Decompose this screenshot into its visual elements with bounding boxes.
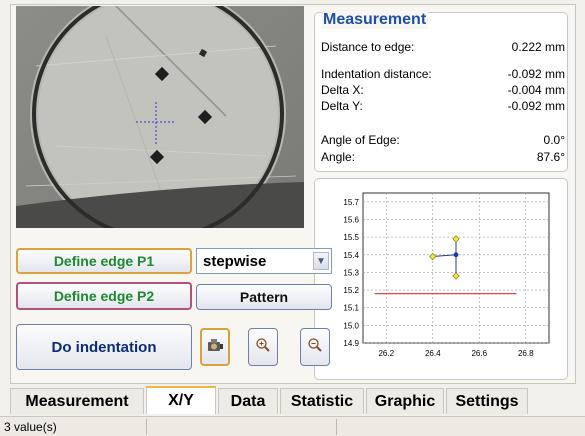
zoom-out-icon bbox=[307, 337, 323, 358]
x-tick-label: 26.2 bbox=[378, 349, 394, 358]
y-tick-label: 15.5 bbox=[343, 233, 359, 242]
pattern-button[interactable]: Pattern bbox=[196, 284, 332, 310]
y-tick-label: 15.1 bbox=[343, 304, 359, 313]
zoom-out-button[interactable] bbox=[300, 328, 330, 366]
app-window: Measurement Distance to edge: 0.222 mm I… bbox=[0, 0, 585, 436]
tab-bar: Measurement X/Y Data Statistic Graphic S… bbox=[10, 386, 576, 414]
tab-settings[interactable]: Settings bbox=[446, 388, 528, 414]
camera-view[interactable] bbox=[16, 6, 304, 228]
status-text: 3 value(s) bbox=[4, 419, 57, 434]
xy-plot: 14.9 15.0 15.1 15.2 15.3 15.4 15.5 15.6 15.7 26.2… bbox=[314, 178, 568, 380]
x-tick-label: 26.4 bbox=[425, 349, 441, 358]
tab-statistic[interactable]: Statistic bbox=[280, 388, 364, 414]
y-tick-label: 15.7 bbox=[343, 198, 359, 207]
y-tick-label: 14.9 bbox=[343, 339, 359, 348]
y-tick-label: 15.4 bbox=[343, 251, 359, 260]
y-tick-label: 15.3 bbox=[343, 268, 359, 277]
chevron-down-icon[interactable]: ▼ bbox=[313, 252, 329, 270]
status-bar: 3 value(s) bbox=[0, 416, 585, 436]
define-edge-p2-button[interactable]: Define edge P2 bbox=[16, 282, 192, 310]
tab-graphic[interactable]: Graphic bbox=[366, 388, 444, 414]
x-tick-label: 26.8 bbox=[518, 349, 534, 358]
y-tick-label: 15.6 bbox=[343, 215, 359, 224]
camera-button[interactable] bbox=[200, 328, 230, 366]
measurement-panel: Measurement Distance to edge: 0.222 mm I… bbox=[314, 11, 568, 172]
center-point bbox=[453, 252, 459, 258]
tab-measurement[interactable]: Measurement bbox=[10, 388, 144, 414]
x-tick-label: 26.6 bbox=[471, 349, 487, 358]
mode-select[interactable]: stepwise ▼ bbox=[196, 248, 332, 274]
define-edge-p1-button[interactable]: Define edge P1 bbox=[16, 248, 192, 274]
mode-select-value: stepwise bbox=[203, 252, 267, 270]
xy-plot-svg: 14.9 15.0 15.1 15.2 15.3 15.4 15.5 15.6 15.7 26.2… bbox=[343, 192, 550, 358]
status-separator bbox=[146, 419, 147, 435]
y-tick-label: 15.0 bbox=[343, 321, 359, 330]
zoom-in-button[interactable] bbox=[248, 328, 278, 366]
status-separator bbox=[336, 419, 337, 435]
zoom-in-icon bbox=[255, 337, 271, 358]
measurement-title: Measurement bbox=[321, 11, 429, 29]
do-indentation-button[interactable]: Do indentation bbox=[16, 324, 192, 370]
tab-xy[interactable]: X/Y bbox=[146, 386, 216, 414]
tab-data[interactable]: Data bbox=[218, 388, 278, 414]
y-tick-label: 15.2 bbox=[343, 286, 359, 295]
camera-icon bbox=[206, 337, 224, 358]
